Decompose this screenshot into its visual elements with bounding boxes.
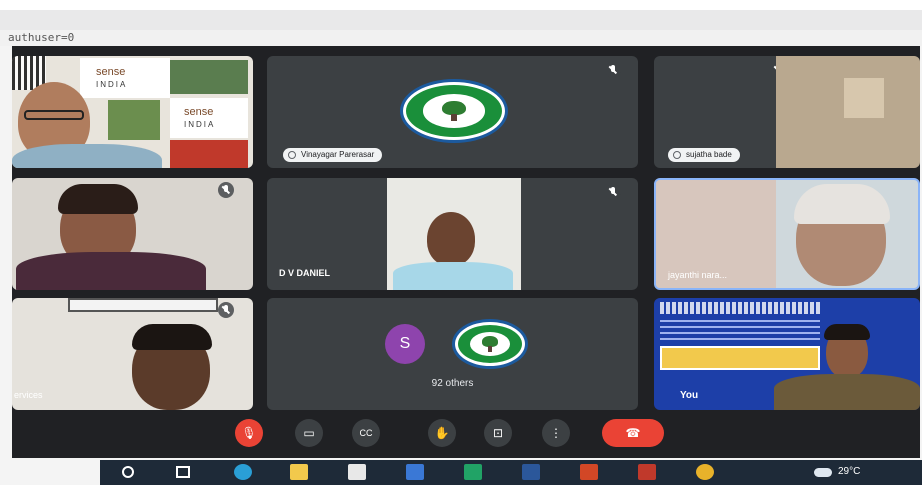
mic-off-icon: 🎙 (241, 426, 257, 440)
person-icon (288, 151, 296, 159)
participant-tile-presentation[interactable]: You (654, 298, 920, 410)
sense-label-2: sense (184, 106, 214, 118)
slide-heading (660, 302, 822, 314)
glasses (24, 110, 84, 120)
captions-icon: CC (359, 428, 373, 438)
search-icon[interactable] (122, 466, 134, 478)
more-options-icon: ⋮ (550, 426, 562, 440)
participant-name: sujatha bade (686, 150, 732, 159)
sense-india-banner: sense INDIA (80, 58, 170, 98)
organization-logo (455, 322, 525, 366)
participant-name: jayanthi nara... (668, 270, 728, 280)
avatar-letter: S (399, 335, 411, 352)
organization-logo (403, 82, 505, 140)
participant-tile-dv-daniel[interactable]: D V DANIEL (267, 178, 638, 290)
participant-body (16, 252, 206, 290)
store-icon[interactable] (348, 464, 366, 480)
participant-tile-sense-india[interactable]: sense INDIA sense INDIA (12, 56, 253, 168)
participant-body (393, 262, 513, 290)
task-view-icon[interactable] (176, 466, 190, 478)
slide-footer: You (680, 390, 699, 401)
participant-body (774, 374, 920, 410)
participant-head (427, 212, 475, 266)
hair (58, 184, 138, 214)
more-options-button[interactable]: ⋮ (542, 419, 570, 447)
mic-off-icon (605, 62, 621, 78)
name-chip: Vinayagar Parerasar (283, 148, 383, 162)
url-text: authuser=0 (8, 31, 75, 44)
screen: authuser=0 sense INDIA sense INDIA Vinay… (0, 0, 922, 485)
captions-button[interactable]: CC (352, 419, 380, 447)
name-chip: sujatha bade (668, 148, 740, 162)
end-call-button[interactable]: ☎ (602, 419, 664, 447)
excel-icon[interactable] (464, 464, 482, 480)
edge-icon[interactable] (234, 464, 252, 480)
chrome-icon[interactable] (696, 464, 714, 480)
slide-lines (660, 320, 820, 340)
weather-icon (814, 468, 832, 477)
banner-photo-top (170, 60, 248, 94)
wall-frame (68, 298, 218, 312)
file-explorer-icon[interactable] (290, 464, 308, 480)
end-call-icon: ☎ (625, 426, 641, 440)
word-icon[interactable] (522, 464, 540, 480)
participant-tile-services[interactable]: ervices (12, 298, 253, 410)
call-controls: 🎙 ▭ CC ✋ ⊡ ⋮ ☎ (12, 419, 920, 458)
top-band (0, 0, 922, 10)
participant-tile-sujatha[interactable]: sujatha bade (654, 56, 920, 168)
camera-icon: ▭ (303, 426, 315, 440)
hair (824, 324, 870, 340)
windows-taskbar: 29°C (100, 460, 922, 485)
mic-off-icon (218, 182, 234, 198)
participant-body (12, 144, 162, 168)
meet-grid: sense INDIA sense INDIA Vinayagar Parera… (12, 46, 920, 458)
india-label: INDIA (96, 80, 128, 89)
participant-tile-woman[interactable] (12, 178, 253, 290)
participant-name: Vinayagar Parerasar (301, 150, 375, 159)
sense-india-banner-2: sense INDIA (170, 98, 248, 138)
powerpoint-icon[interactable] (580, 464, 598, 480)
camera-toggle-button[interactable]: ▭ (295, 419, 323, 447)
person-icon (673, 151, 681, 159)
mail-icon[interactable] (406, 464, 424, 480)
hair (132, 324, 212, 350)
present-button[interactable]: ⊡ (484, 419, 512, 447)
participant-name: ervices (14, 390, 43, 400)
present-icon: ⊡ (492, 426, 504, 440)
participant-tile-vinayagar[interactable]: Vinayagar Parerasar (267, 56, 638, 168)
address-bar[interactable]: authuser=0 (0, 30, 922, 46)
participant-tile-others[interactable]: S 92 others (267, 298, 638, 410)
mic-off-icon (605, 184, 621, 200)
app-icon[interactable] (638, 464, 656, 480)
avatar: S (385, 324, 425, 364)
mic-toggle-button[interactable]: 🎙 (235, 419, 263, 447)
hair (794, 184, 890, 224)
participant-tile-jayanthi[interactable]: jayanthi nara... (654, 178, 920, 290)
india-label-2: INDIA (184, 120, 216, 129)
weather-temperature: 29°C (838, 466, 861, 477)
banner-photo-bottom (170, 140, 248, 168)
mic-off-icon (218, 302, 234, 318)
others-count: 92 others (431, 378, 474, 389)
banner-photo-mid (108, 100, 160, 140)
raise-hand-icon: ✋ (434, 426, 450, 440)
raise-hand-button[interactable]: ✋ (428, 419, 456, 447)
room-window (844, 78, 884, 118)
slide-box (660, 346, 820, 370)
participant-name: D V DANIEL (279, 268, 331, 278)
sense-label: sense (96, 66, 126, 78)
